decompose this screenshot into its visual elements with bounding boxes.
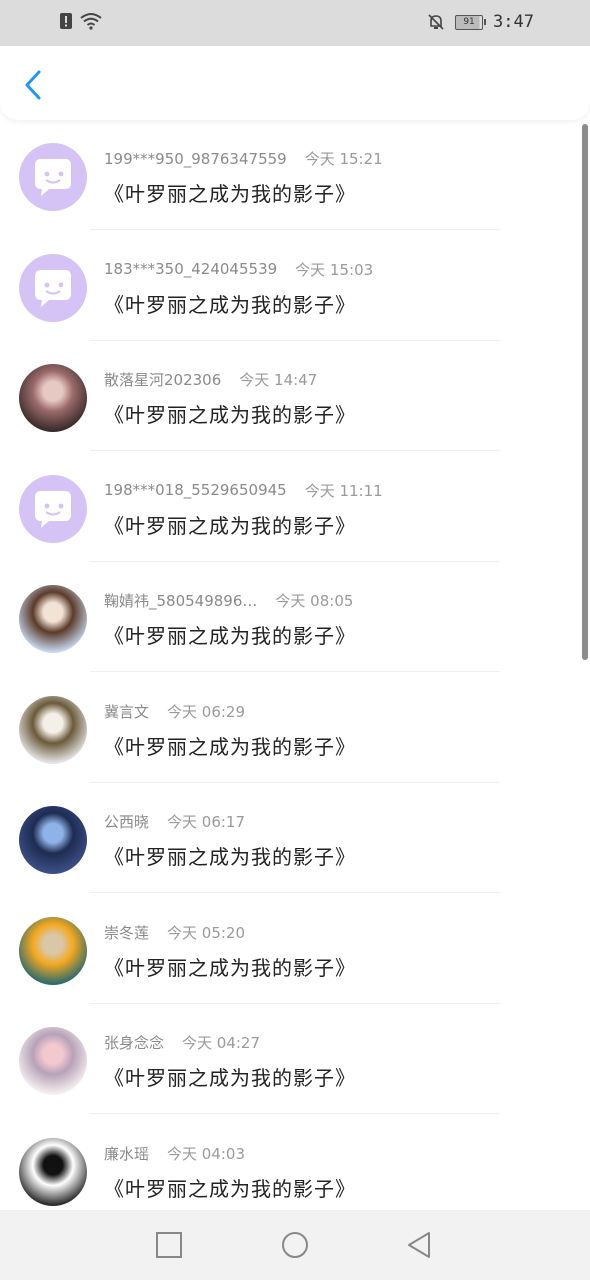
username[interactable]: 崇冬莲 — [104, 922, 149, 943]
username[interactable]: 廉水瑶 — [104, 1143, 149, 1164]
book-title[interactable]: 《叶罗丽之成为我的影子》 — [104, 841, 356, 870]
battery-level: 91 — [463, 17, 475, 27]
user-avatar[interactable] — [19, 364, 87, 432]
list-item[interactable]: 198***018_5529650945 今天 11:11 《叶罗丽之成为我的影子》 — [0, 452, 590, 562]
back-button[interactable] — [18, 70, 48, 100]
comment-meta: 散落星河202306 今天 14:47 — [104, 369, 317, 390]
username[interactable]: 公西晓 — [104, 811, 149, 832]
home-icon[interactable] — [280, 1230, 310, 1260]
list-item[interactable]: 散落星河202306 今天 14:47 《叶罗丽之成为我的影子》 — [0, 341, 590, 451]
book-title[interactable]: 《叶罗丽之成为我的影子》 — [104, 399, 356, 428]
bell-muted-icon — [428, 14, 444, 30]
user-avatar[interactable] — [19, 585, 87, 653]
header — [0, 46, 590, 120]
battery-icon: 91 — [455, 14, 487, 30]
list-item[interactable]: 公西晓 今天 06:17 《叶罗丽之成为我的影子》 — [0, 783, 590, 893]
default-chat-avatar[interactable] — [19, 143, 87, 211]
user-avatar[interactable] — [19, 1137, 87, 1206]
alert-icon — [60, 13, 72, 29]
username[interactable]: 张身念念 — [104, 1032, 164, 1053]
timestamp: 今天 06:17 — [167, 813, 246, 831]
book-title[interactable]: 《叶罗丽之成为我的影子》 — [104, 620, 356, 649]
timestamp: 今天 04:03 — [167, 1144, 246, 1163]
status-time: 3:47 — [493, 12, 534, 32]
book-title[interactable]: 《叶罗丽之成为我的影子》 — [104, 952, 356, 981]
timestamp: 今天 14:47 — [239, 371, 318, 389]
default-chat-avatar[interactable] — [19, 474, 87, 543]
comment-meta: 199***950_9876347559 今天 15:21 — [104, 148, 383, 169]
navigation-bar — [0, 1210, 590, 1280]
username[interactable]: 199***950_9876347559 — [104, 150, 287, 168]
user-avatar[interactable] — [19, 1027, 87, 1095]
scrollbar[interactable] — [582, 124, 588, 660]
book-title[interactable]: 《叶罗丽之成为我的影子》 — [104, 1173, 356, 1202]
username[interactable]: 鞠婧祎_580549896… — [104, 590, 257, 611]
chat-bubble-icon — [35, 159, 71, 196]
comment-meta: 198***018_5529650945 今天 11:11 — [104, 480, 383, 501]
comment-list[interactable]: 199***950_9876347559 今天 15:21 《叶罗丽之成为我的影子》… — [0, 120, 590, 1210]
book-title[interactable]: 《叶罗丽之成为我的影子》 — [104, 178, 356, 207]
comment-meta: 公西晓 今天 06:17 — [104, 811, 245, 832]
list-item[interactable]: 崇冬莲 今天 05:20 《叶罗丽之成为我的影子》 — [0, 894, 590, 1004]
list-item[interactable]: 廉水瑶 今天 04:03 《叶罗丽之成为我的影子》 — [0, 1115, 590, 1211]
list-item[interactable]: 张身念念 今天 04:27 《叶罗丽之成为我的影子》 — [0, 1004, 590, 1114]
username[interactable]: 冀言文 — [104, 701, 149, 722]
recent-apps-icon[interactable] — [154, 1230, 184, 1260]
timestamp: 今天 15:03 — [295, 260, 374, 279]
user-avatar[interactable] — [19, 695, 87, 764]
username[interactable]: 183***350_424045539 — [104, 260, 277, 278]
book-title[interactable]: 《叶罗丽之成为我的影子》 — [104, 1062, 356, 1091]
timestamp: 今天 11:11 — [304, 481, 383, 500]
comment-meta: 廉水瑶 今天 04:03 — [104, 1143, 245, 1164]
comment-meta: 鞠婧祎_580549896… 今天 08:05 — [104, 590, 353, 611]
timestamp: 今天 06:29 — [167, 702, 246, 721]
timestamp: 今天 15:21 — [304, 150, 383, 168]
chevron-left-icon — [25, 70, 41, 100]
book-title[interactable]: 《叶罗丽之成为我的影子》 — [104, 289, 356, 318]
chat-bubble-icon — [35, 269, 71, 307]
user-avatar[interactable] — [19, 806, 87, 874]
list-item[interactable]: 183***350_424045539 今天 15:03 《叶罗丽之成为我的影子》 — [0, 231, 590, 341]
list-item[interactable]: 鞠婧祎_580549896… 今天 08:05 《叶罗丽之成为我的影子》 — [0, 562, 590, 672]
book-title[interactable]: 《叶罗丽之成为我的影子》 — [104, 510, 356, 539]
chat-bubble-icon — [35, 490, 71, 528]
timestamp: 今天 04:27 — [182, 1034, 261, 1052]
timestamp: 今天 05:20 — [167, 923, 246, 942]
book-title[interactable]: 《叶罗丽之成为我的影子》 — [104, 731, 356, 760]
status-bar: 91 3:47 — [0, 0, 590, 46]
comment-meta: 183***350_424045539 今天 15:03 — [104, 259, 373, 280]
timestamp: 今天 08:05 — [275, 592, 354, 610]
username[interactable]: 198***018_5529650945 — [104, 481, 287, 499]
list-item[interactable]: 冀言文 今天 06:29 《叶罗丽之成为我的影子》 — [0, 673, 590, 783]
list-item[interactable]: 199***950_9876347559 今天 15:21 《叶罗丽之成为我的影子》 — [0, 120, 590, 230]
wifi-icon — [80, 13, 102, 30]
comment-meta: 冀言文 今天 06:29 — [104, 701, 245, 722]
username[interactable]: 散落星河202306 — [104, 369, 221, 390]
user-avatar[interactable] — [19, 916, 87, 985]
comment-meta: 崇冬莲 今天 05:20 — [104, 922, 245, 943]
default-chat-avatar[interactable] — [19, 253, 87, 322]
comment-meta: 张身念念 今天 04:27 — [104, 1032, 260, 1053]
back-icon[interactable] — [404, 1230, 434, 1260]
